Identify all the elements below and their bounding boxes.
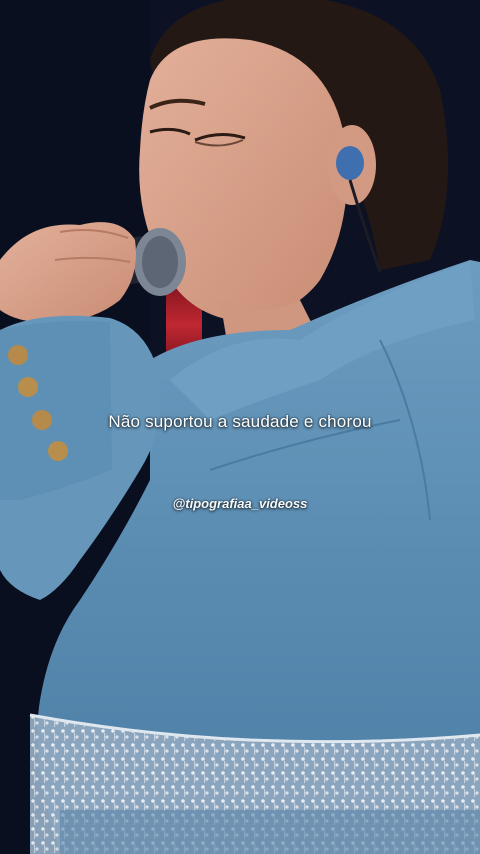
in-ear-monitor [336, 146, 364, 180]
cuff-button [18, 377, 38, 397]
creator-handle: @tipografiaa_videoss [172, 496, 308, 511]
cuff-button [48, 441, 68, 461]
video-frame[interactable]: Não suportou a saudade e chorou @tipogra… [0, 0, 480, 854]
lyric-caption: Não suportou a saudade e chorou [108, 412, 372, 431]
cuff-button [8, 345, 28, 365]
